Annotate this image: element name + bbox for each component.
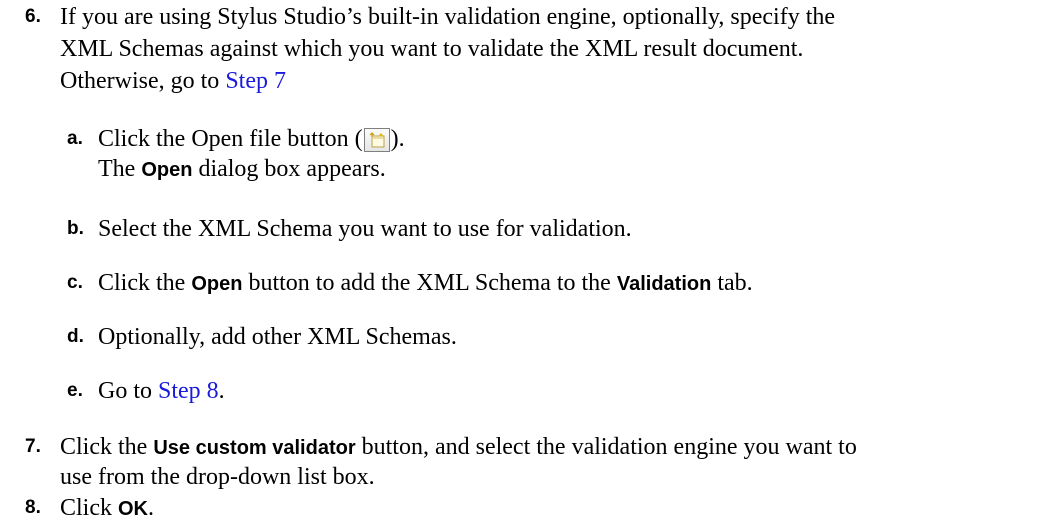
- step-6e-label: e.: [67, 380, 83, 401]
- step-6-line-1: If you are using Stylus Studio’s built-i…: [60, 4, 836, 30]
- step-6a-text-before: Click the Open file button (: [98, 126, 363, 152]
- step-8-text: Click OK.: [60, 493, 154, 524]
- step-6a-label: a.: [67, 128, 83, 149]
- step-6a-line-1: Click the Open file button ().: [98, 124, 405, 154]
- step-6a-prefix: The: [98, 156, 142, 182]
- open-button-name: Open: [191, 273, 243, 295]
- step-6a-rest: dialog box appears.: [192, 156, 386, 182]
- step-8-number: 8.: [25, 497, 41, 518]
- step-6c-text-1: Click the: [98, 270, 192, 296]
- step-7-link[interactable]: Step 7: [225, 68, 286, 94]
- step-6e-text: Go to Step 8.: [98, 376, 225, 406]
- open-dialog-name: Open: [141, 159, 193, 181]
- open-file-icon: [363, 128, 390, 152]
- step-6e-end: .: [218, 378, 225, 404]
- step-6c-label: c.: [67, 272, 83, 293]
- step-6a-text-after: ).: [390, 126, 405, 152]
- step-7-line-1: Click the Use custom validator button, a…: [60, 432, 857, 463]
- step-8-text-2: .: [148, 495, 154, 521]
- document-page: 6. If you are using Stylus Studio’s buil…: [0, 0, 1048, 528]
- step-8-link[interactable]: Step 8: [158, 378, 219, 404]
- use-custom-validator-button-name: Use custom validator: [153, 437, 356, 459]
- step-6c-text: Click the Open button to add the XML Sch…: [98, 268, 753, 299]
- step-6c-text-2: button to add the XML Schema to the: [242, 270, 617, 296]
- step-6b-text: Select the XML Schema you want to use fo…: [98, 216, 632, 242]
- step-7-line-2: use from the drop-down list box.: [60, 464, 375, 490]
- step-6-line-3: Otherwise, go to Step 7: [60, 66, 286, 96]
- step-6c-text-3: tab.: [711, 270, 753, 296]
- validation-tab-name: Validation: [616, 273, 712, 295]
- step-6d-text: Optionally, add other XML Schemas.: [98, 324, 457, 350]
- step-7-text-2: button, and select the validation engine…: [355, 434, 857, 460]
- step-6-number: 6.: [25, 6, 41, 27]
- step-8-text-1: Click: [60, 495, 118, 521]
- step-6a-line-2: The Open dialog box appears.: [98, 154, 386, 185]
- step-7-text-1: Click the: [60, 434, 154, 460]
- step-6b-label: b.: [67, 218, 84, 239]
- step-6-line-2: XML Schemas against which you want to va…: [60, 36, 804, 62]
- ok-button-name: OK: [118, 498, 148, 520]
- step-6e-go-to: Go to: [98, 378, 158, 404]
- step-7-number: 7.: [25, 436, 41, 457]
- step-6-otherwise-text: Otherwise, go to: [60, 68, 226, 94]
- step-6d-label: d.: [67, 326, 84, 347]
